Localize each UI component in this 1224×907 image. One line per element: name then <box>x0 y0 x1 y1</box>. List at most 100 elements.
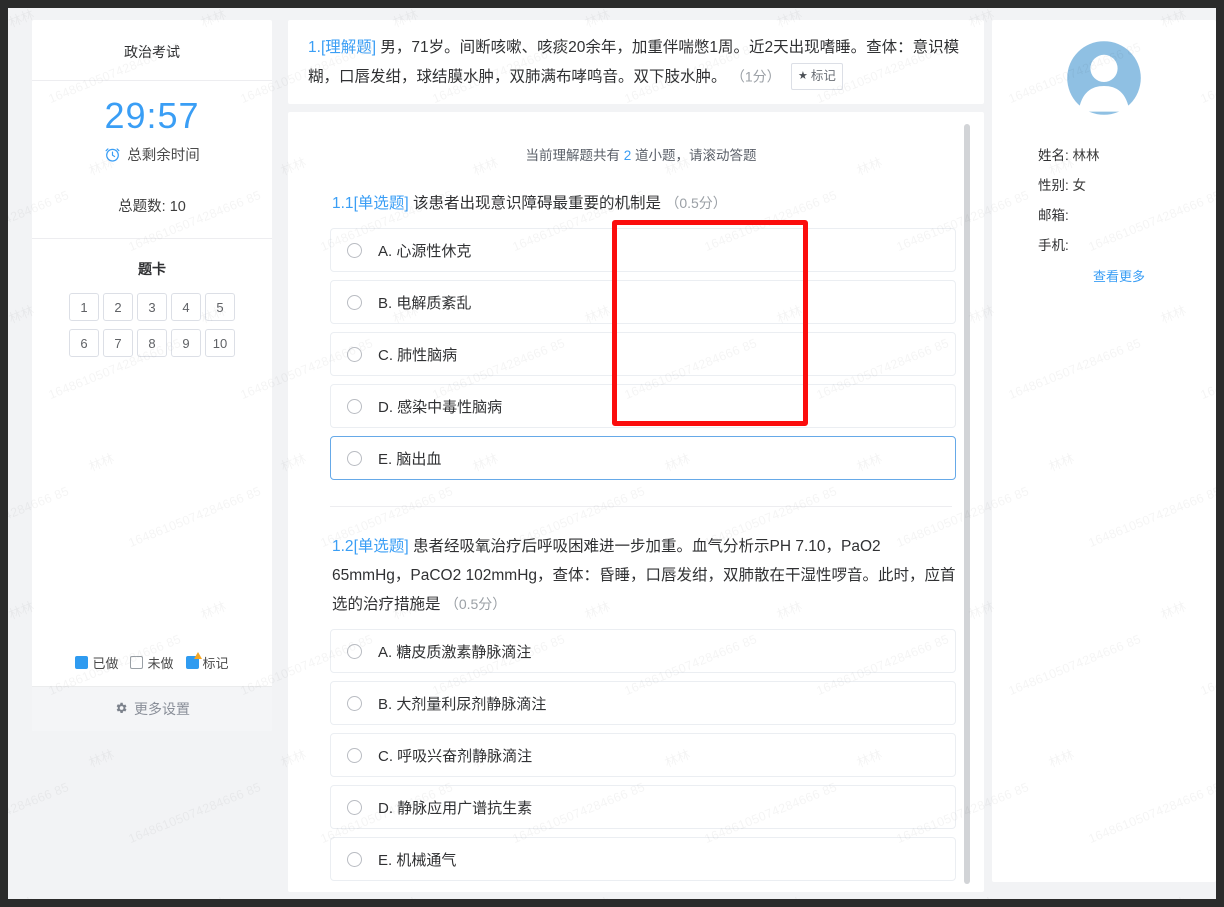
sub-questions-card: 当前理解题共有 2 道小题，请滚动答题 1.1[单选题] 该患者出现意识障碍最重… <box>288 111 984 892</box>
subcount-number: 2 <box>623 147 632 163</box>
stem-score: （1分） <box>730 68 781 85</box>
clock-icon <box>104 146 121 163</box>
question-number-1[interactable]: 1 <box>69 293 99 322</box>
option-1-1-b[interactable]: B. 电解质紊乱 <box>330 280 956 325</box>
sub-question-1-2-title: 1.2[单选题] 患者经吸氧治疗后呼吸困难进一步加重。血气分析示PH 7.10，… <box>326 533 956 619</box>
avatar-icon <box>1067 41 1141 115</box>
exam-sidebar: 政治考试 29:57 总剩余时间 总题数: 10 题卡 1 2 3 4 5 6 … <box>32 20 272 732</box>
profile-card: 姓名: 林林 性别: 女 邮箱: 手机: 查看更多 <box>992 20 1216 882</box>
profile-gender-row: 性别: 女 <box>992 174 1216 204</box>
question-card-title: 题卡 <box>138 261 166 278</box>
sub-1-2-options: A. 糖皮质激素静脉滴注 B. 大剂量利尿剂静脉滴注 C. 呼吸兴奋剂静脉滴注 <box>326 629 956 882</box>
sub-1-1-type: [单选题] <box>353 194 409 212</box>
profile-phone-row: 手机: <box>992 234 1216 264</box>
legend-done-label: 已做 <box>92 656 119 672</box>
question-number-grid: 1 2 3 4 5 6 7 8 9 10 <box>32 293 272 367</box>
profile-email-key: 邮箱: <box>1038 208 1069 223</box>
question-number-7[interactable]: 7 <box>103 329 133 358</box>
vertical-scrollbar[interactable] <box>964 123 970 884</box>
stem-body: 男，71岁。间断咳嗽、咳痰20余年，加重伴喘憋1周。近2天出现嗜睡。查体：意识模… <box>308 39 960 86</box>
sub-1-1-text: 该患者出现意识障碍最重要的机制是 <box>413 194 662 212</box>
option-label: E. 脑出血 <box>378 450 442 468</box>
option-1-1-a[interactable]: A. 心源性休克 <box>330 228 956 273</box>
option-1-2-a[interactable]: A. 糖皮质激素静脉滴注 <box>330 629 956 674</box>
stem-type: [理解题] <box>320 39 377 56</box>
exam-title: 政治考试 <box>32 20 272 81</box>
profile-gender-key: 性别: <box>1038 178 1069 193</box>
option-label: D. 静脉应用广谱抗生素 <box>378 799 533 817</box>
profile-email-row: 邮箱: <box>992 204 1216 234</box>
legend-marked: 标记 <box>185 652 229 672</box>
sub-question-count-hint: 当前理解题共有 2 道小题，请滚动答题 <box>326 112 956 164</box>
option-label: C. 呼吸兴奋剂静脉滴注 <box>378 747 533 765</box>
question-stem-card: 1.[理解题] 男，71岁。间断咳嗽、咳痰20余年，加重伴喘憋1周。近2天出现嗜… <box>288 20 984 104</box>
radio-icon <box>347 799 362 815</box>
sub-1-2-index: 1.2 <box>332 538 354 556</box>
option-1-2-e[interactable]: E. 机械通气 <box>330 837 956 882</box>
app-viewport: 政治考试 29:57 总剩余时间 总题数: 10 题卡 1 2 3 4 5 6 … <box>8 8 1216 899</box>
radio-icon <box>347 643 362 659</box>
more-settings-label: 更多设置 <box>134 701 190 718</box>
timer-block: 29:57 总剩余时间 <box>32 81 272 169</box>
mark-label: 标记 <box>810 68 836 83</box>
question-number-8[interactable]: 8 <box>137 329 167 358</box>
radio-icon <box>347 851 362 867</box>
more-settings-button[interactable]: 更多设置 <box>32 686 272 732</box>
subcount-prefix: 当前理解题共有 <box>525 147 620 163</box>
option-1-1-d[interactable]: D. 感染中毒性脑病 <box>330 384 956 429</box>
option-label: A. 心源性休克 <box>378 242 472 260</box>
option-1-1-c[interactable]: C. 肺性脑病 <box>330 332 956 377</box>
option-1-2-d[interactable]: D. 静脉应用广谱抗生素 <box>330 785 956 830</box>
question-number-5[interactable]: 5 <box>205 293 235 322</box>
option-label: A. 糖皮质激素静脉滴注 <box>378 643 532 661</box>
question-number-6[interactable]: 6 <box>69 329 99 358</box>
timer-label-row: 总剩余时间 <box>32 144 272 165</box>
radio-icon <box>347 747 362 763</box>
legend-marked-label: 标记 <box>202 656 229 672</box>
option-label: B. 大剂量利尿剂静脉滴注 <box>378 695 547 713</box>
radio-icon <box>347 695 362 711</box>
total-question-count: 总题数: 10 <box>32 169 272 240</box>
subcount-suffix: 道小题，请滚动答题 <box>635 147 757 163</box>
timer-value: 29:57 <box>104 95 200 136</box>
done-swatch-icon <box>75 656 89 670</box>
option-label: D. 感染中毒性脑病 <box>378 398 503 416</box>
question-number-2[interactable]: 2 <box>103 293 133 322</box>
radio-icon <box>347 294 362 310</box>
sub-1-2-score: （0.5分） <box>444 595 507 612</box>
sub-1-1-options: A. 心源性休克 B. 电解质紊乱 C. 肺性脑病 D. 感染中毒性脑病 E. … <box>326 228 956 481</box>
question-number-3[interactable]: 3 <box>137 293 167 322</box>
radio-icon <box>347 346 362 362</box>
radio-icon <box>347 450 362 466</box>
sub-question-1-1-title: 1.1[单选题] 该患者出现意识障碍最重要的机制是 （0.5分） <box>326 190 956 219</box>
question-number-4[interactable]: 4 <box>171 293 201 322</box>
star-icon: ★ <box>797 70 808 83</box>
question-stem-text: 1.[理解题] 男，71岁。间断咳嗽、咳痰20余年，加重伴喘憋1周。近2天出现嗜… <box>308 34 966 92</box>
question-number-10[interactable]: 10 <box>205 329 235 358</box>
option-label: C. 肺性脑病 <box>378 346 458 364</box>
view-more-link[interactable]: 查看更多 <box>992 264 1216 285</box>
mark-question-button[interactable]: ★ 标记 <box>790 62 843 90</box>
profile-gender-value: 女 <box>1072 178 1087 193</box>
profile-name-key: 姓名: <box>1038 148 1069 163</box>
profile-name-value: 林林 <box>1072 148 1100 163</box>
sub-question-1-2: 1.2[单选题] 患者经吸氧治疗后呼吸困难进一步加重。血气分析示PH 7.10，… <box>326 507 956 882</box>
status-legend: 已做 未做 标记 <box>32 643 272 686</box>
question-number-9[interactable]: 9 <box>171 329 201 358</box>
option-1-2-b[interactable]: B. 大剂量利尿剂静脉滴注 <box>330 681 956 726</box>
legend-done: 已做 <box>75 653 118 672</box>
stem-index: 1. <box>308 39 321 56</box>
option-1-1-e[interactable]: E. 脑出血 <box>330 436 956 481</box>
legend-undone: 未做 <box>130 653 174 672</box>
sub-question-1-1: 1.1[单选题] 该患者出现意识障碍最重要的机制是 （0.5分） A. 心源性休… <box>326 164 956 508</box>
sub-1-1-index: 1.1 <box>332 194 354 212</box>
gear-icon <box>114 701 128 718</box>
option-label: B. 电解质紊乱 <box>378 294 472 312</box>
legend-undone-label: 未做 <box>147 656 174 672</box>
option-1-2-c[interactable]: C. 呼吸兴奋剂静脉滴注 <box>330 733 956 778</box>
sidebar-panel: 政治考试 29:57 总剩余时间 总题数: 10 题卡 1 2 3 4 5 6 … <box>32 20 272 732</box>
profile-phone-key: 手机: <box>1038 238 1069 253</box>
timer-label: 总剩余时间 <box>127 148 200 165</box>
sub-1-2-text: 患者经吸氧治疗后呼吸困难进一步加重。血气分析示PH 7.10，PaO2 65mm… <box>332 538 956 613</box>
